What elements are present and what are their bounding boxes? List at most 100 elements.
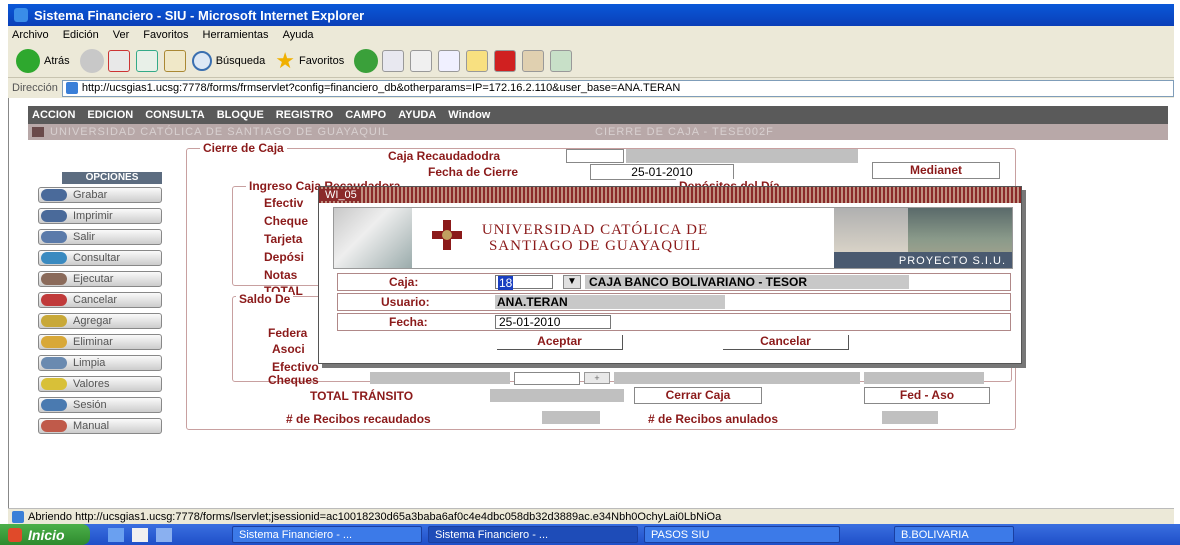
forms-menu-ayuda[interactable]: AYUDA — [398, 109, 436, 121]
caja-code-field[interactable] — [566, 149, 624, 163]
forward-button[interactable] — [79, 48, 104, 73]
forms-menubar: ACCION EDICION CONSULTA BLOQUE REGISTRO … — [28, 106, 1168, 124]
sidebar-eliminar-button[interactable]: Eliminar — [38, 334, 162, 350]
sidebar-consultar-button[interactable]: Consultar — [38, 250, 162, 266]
cheques-label: Cheque — [264, 214, 309, 228]
forms-menu-registro[interactable]: REGISTRO — [276, 109, 333, 121]
mail-icon[interactable] — [382, 49, 405, 72]
quicklaunch-desktop-icon[interactable] — [156, 527, 172, 542]
sidebar-label: Valores — [73, 378, 110, 390]
taskbar-item-pasos[interactable]: PASOS SIU — [644, 526, 840, 543]
sidebar-limpia-button[interactable]: Limpia — [38, 355, 162, 371]
sidebar-manual-button[interactable]: Manual — [38, 418, 162, 434]
cheques-lov-button[interactable]: + — [584, 372, 610, 384]
cerrar-caja-button[interactable]: Cerrar Caja — [634, 387, 762, 404]
notas-label: Notas — [264, 268, 298, 282]
folder-icon[interactable] — [466, 49, 489, 72]
sidebar-agregar-button[interactable]: Agregar — [38, 313, 162, 329]
cheques-desc-field — [614, 372, 860, 384]
sidebar-valores-button[interactable]: Valores — [38, 376, 162, 392]
query-icon — [41, 252, 67, 264]
menu-archivo[interactable]: Archivo — [12, 29, 49, 41]
start-button[interactable]: Inicio — [0, 524, 90, 545]
back-button[interactable]: Atrás — [16, 48, 70, 73]
medianet-button[interactable]: Medianet — [872, 162, 1000, 179]
back-arrow-icon — [16, 48, 40, 73]
star-icon: ★ — [275, 47, 295, 73]
stop-icon[interactable] — [107, 49, 130, 72]
recibos-recaudados-label: # de Recibos recaudados — [286, 412, 431, 426]
address-input[interactable]: http://ucsgias1.ucsg:7778/forms/frmservl… — [61, 79, 1174, 97]
task-label: PASOS SIU — [651, 528, 710, 541]
messenger-icon[interactable] — [550, 49, 573, 72]
sidebar-grabar-button[interactable]: Grabar — [38, 187, 162, 203]
dialog-usuario-label: Usuario: — [381, 295, 430, 309]
sidebar-label: Ejecutar — [73, 273, 114, 285]
taskbar: Inicio Sistema Financiero - ... Sistema … — [0, 524, 1180, 545]
fed-aso-button[interactable]: Fed - Aso — [864, 387, 990, 404]
forms-menu-bloque[interactable]: BLOQUE — [217, 109, 264, 121]
cancel-icon — [41, 294, 67, 306]
taskbar-item-sistema-2[interactable]: Sistema Financiero - ... — [428, 526, 638, 543]
options-title: OPCIONES — [62, 172, 162, 184]
forms-menu-consulta[interactable]: CONSULTA — [145, 109, 204, 121]
efectivo-saldo-label: Efectivo — [272, 360, 319, 374]
sidebar-cancelar-button[interactable]: Cancelar — [38, 292, 162, 308]
login-caja-dialog: WI_05 UNIVERSIDAD CATÓLICA DE SANTIAGO D… — [318, 186, 1022, 364]
forms-menu-edicion[interactable]: EDICION — [87, 109, 133, 121]
menu-favoritos[interactable]: Favoritos — [143, 29, 188, 41]
print-icon[interactable] — [410, 49, 433, 72]
dialog-caja-dropdown[interactable]: ▼ — [563, 275, 581, 289]
taskbar-item-bolivariano[interactable]: B.BOLIVARIA — [894, 526, 1014, 543]
refresh-icon[interactable] — [135, 49, 158, 72]
k-icon[interactable] — [494, 49, 517, 72]
menu-edicion[interactable]: Edición — [63, 29, 99, 41]
favorites-button[interactable]: ★ Favoritos — [275, 48, 344, 74]
university-name: UNIVERSIDAD CATÓLICA DE SANTIAGO DE GUAY… — [460, 222, 730, 254]
home-icon[interactable] — [163, 49, 186, 72]
sidebar-label: Imprimir — [73, 210, 113, 222]
menu-herramientas[interactable]: Herramientas — [203, 29, 269, 41]
sidebar-ejecutar-button[interactable]: Ejecutar — [38, 271, 162, 287]
history-icon[interactable] — [354, 48, 379, 73]
edit-icon[interactable] — [438, 49, 461, 72]
cheques-amount-field — [370, 372, 510, 384]
dialog-fecha-input[interactable]: 25-01-2010 — [495, 315, 611, 329]
sidebar-label: Limpia — [73, 357, 106, 369]
menu-ayuda[interactable]: Ayuda — [283, 29, 314, 41]
sidebar-sesion-button[interactable]: Sesión — [38, 397, 162, 413]
sidebar-label: Sesión — [73, 399, 107, 411]
cancelar-button[interactable]: Cancelar — [723, 335, 849, 350]
university-cross-logo — [432, 220, 462, 250]
asociacion-label: Asoci — [272, 342, 305, 356]
search-button[interactable]: Búsqueda — [191, 50, 266, 71]
forms-menu-window[interactable]: Window — [448, 109, 490, 121]
sidebar-salir-button[interactable]: Salir — [38, 229, 162, 245]
dialog-caja-code: 18 — [498, 276, 514, 290]
back-label: Atrás — [44, 54, 70, 67]
dialog-caja-input[interactable]: 18 — [495, 275, 553, 290]
aceptar-button[interactable]: Aceptar — [497, 335, 623, 350]
page-icon — [65, 82, 78, 94]
quicklaunch-outlook-icon[interactable] — [132, 527, 148, 542]
forms-menu-campo[interactable]: CAMPO — [345, 109, 386, 121]
saldo-title: Saldo De — [236, 292, 294, 306]
recibos-recaudados-field — [542, 411, 600, 424]
forms-header-right: CIERRE DE CAJA - TESE002F — [595, 126, 774, 138]
save-icon — [41, 189, 67, 201]
dialog-title-bar[interactable]: WI_05 — [319, 187, 1021, 203]
start-label: Inicio — [28, 526, 65, 543]
media-icon[interactable] — [522, 49, 545, 72]
recibos-anulados-label: # de Recibos anulados — [648, 412, 779, 426]
quicklaunch-ie-icon[interactable] — [108, 527, 124, 542]
sidebar-imprimir-button[interactable]: Imprimir — [38, 208, 162, 224]
forms-menu-accion[interactable]: ACCION — [32, 109, 75, 121]
menu-ver[interactable]: Ver — [113, 29, 130, 41]
search-label: Búsqueda — [215, 54, 266, 67]
university-banner: UNIVERSIDAD CATÓLICA DE SANTIAGO DE GUAY… — [333, 207, 1013, 269]
fecha-cierre-field[interactable]: 25-01-2010 — [590, 164, 734, 180]
forms-window-icon — [32, 127, 44, 137]
forms-header: UNIVERSIDAD CATÓLICA DE SANTIAGO DE GUAY… — [28, 124, 1168, 140]
cheques-input[interactable] — [514, 372, 580, 385]
taskbar-item-sistema-1[interactable]: Sistema Financiero - ... — [232, 526, 422, 543]
